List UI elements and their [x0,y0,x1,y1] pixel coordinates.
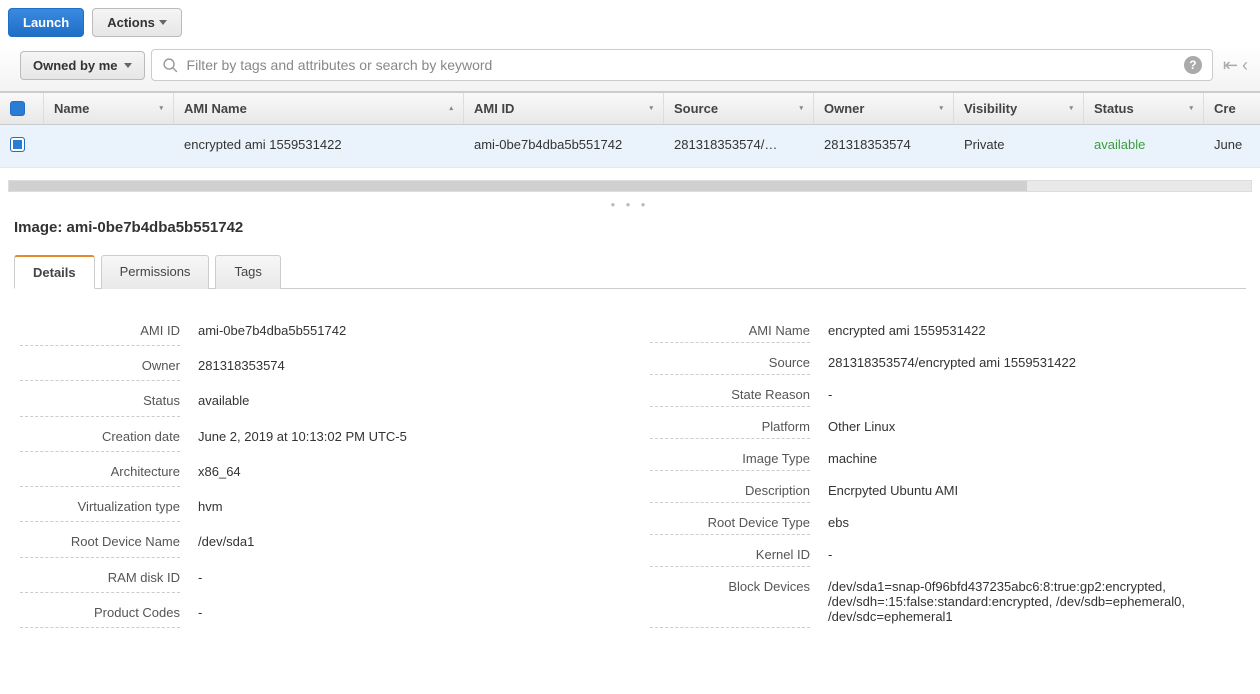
column-visibility[interactable]: Visibility▾ [954,93,1084,124]
resize-handle-icon[interactable]: ● ● ● [0,198,1260,211]
value-product-codes: - [198,601,610,628]
scrollbar-thumb[interactable] [9,181,1027,191]
column-creation[interactable]: Cre [1204,93,1260,124]
cell-name [44,125,174,167]
value-ami-id: ami-0be7b4dba5b551742 [198,319,610,346]
launch-button[interactable]: Launch [8,8,84,37]
toolbar: Launch Actions [0,0,1260,45]
label-virtualization-type: Virtualization type [20,495,180,522]
sort-icon: ▾ [1189,106,1193,112]
label-root-device-type: Root Device Type [650,511,810,535]
help-icon[interactable]: ? [1184,56,1202,74]
label-state-reason: State Reason [650,383,810,407]
value-image-type: machine [828,447,1240,471]
table-header: Name▾ AMI Name▴ AMI ID▾ Source▾ Owner▾ V… [0,92,1260,125]
label-architecture: Architecture [20,460,180,487]
label-owner: Owner [20,354,180,381]
label-platform: Platform [650,415,810,439]
sort-asc-icon: ▴ [449,106,453,112]
horizontal-scrollbar[interactable] [8,180,1252,192]
cell-ami-id: ami-0be7b4dba5b551742 [464,125,664,167]
column-ami-name[interactable]: AMI Name▴ [174,93,464,124]
row-checkbox[interactable] [10,137,25,152]
details-right-column: AMI Name encrypted ami 1559531422 Source 2… [650,319,1240,628]
sort-icon: ▾ [649,106,653,112]
label-root-device-name: Root Device Name [20,530,180,557]
table-row[interactable]: encrypted ami 1559531422 ami-0be7b4dba5b… [0,125,1260,168]
row-checkbox-cell [0,125,44,167]
column-ami-id[interactable]: AMI ID▾ [464,93,664,124]
value-description: Encrpyted Ubuntu AMI [828,479,1240,503]
label-creation-date: Creation date [20,425,180,452]
tab-tags[interactable]: Tags [215,255,280,289]
filter-bar: Owned by me ? ⇤ ‹ [0,45,1260,92]
sort-icon: ▾ [159,106,163,112]
value-creation-date: June 2, 2019 at 10:13:02 PM UTC-5 [198,425,610,452]
actions-label: Actions [107,15,155,30]
value-ami-name: encrypted ami 1559531422 [828,319,1240,343]
value-root-device-type: ebs [828,511,1240,535]
owned-by-label: Owned by me [33,58,118,73]
tab-permissions[interactable]: Permissions [101,255,210,289]
label-image-type: Image Type [650,447,810,471]
sort-icon: ▾ [1069,106,1073,112]
value-block-devices: /dev/sda1=snap-0f96bfd437235abc6:8:true:… [828,575,1240,628]
page-prev-icon[interactable]: ‹ [1242,55,1248,76]
column-source[interactable]: Source▾ [664,93,814,124]
value-status: available [198,389,610,416]
value-state-reason: - [828,383,1240,407]
chevron-down-icon [159,20,167,25]
label-ami-id: AMI ID [20,319,180,346]
tab-details[interactable]: Details [14,255,95,289]
cell-ami-name: encrypted ami 1559531422 [174,125,464,167]
pager: ⇤ ‹ [1219,55,1252,76]
value-platform: Other Linux [828,415,1240,439]
sort-icon: ▾ [939,106,943,112]
details-body: AMI ID ami-0be7b4dba5b551742 Owner 2813183… [0,289,1260,658]
value-owner: 281318353574 [198,354,610,381]
cell-creation: June [1204,125,1260,167]
label-product-codes: Product Codes [20,601,180,628]
search-container: ? [151,49,1213,81]
column-status[interactable]: Status▾ [1084,93,1204,124]
search-icon [162,57,179,74]
label-description: Description [650,479,810,503]
search-input[interactable] [187,57,1176,73]
value-source: 281318353574/encrypted ami 1559531422 [828,351,1240,375]
value-ram-disk-id: - [198,566,610,593]
value-root-device-name: /dev/sda1 [198,530,610,557]
chevron-down-icon [124,63,132,68]
cell-visibility: Private [954,125,1084,167]
label-ram-disk-id: RAM disk ID [20,566,180,593]
actions-button[interactable]: Actions [92,8,182,37]
value-virtualization-type: hvm [198,495,610,522]
sort-icon: ▾ [799,106,803,112]
column-name[interactable]: Name▾ [44,93,174,124]
cell-owner: 281318353574 [814,125,954,167]
details-title: Image: ami-0be7b4dba5b551742 [0,211,1260,244]
page-first-icon[interactable]: ⇤ [1223,55,1238,76]
value-kernel-id: - [828,543,1240,567]
label-block-devices: Block Devices [650,575,810,628]
label-kernel-id: Kernel ID [650,543,810,567]
owned-by-dropdown[interactable]: Owned by me [20,51,145,80]
column-checkbox[interactable] [0,93,44,124]
label-source: Source [650,351,810,375]
cell-source: 281318353574/… [664,125,814,167]
details-left-column: AMI ID ami-0be7b4dba5b551742 Owner 2813183… [20,319,610,628]
label-status: Status [20,389,180,416]
tabs: Details Permissions Tags [14,254,1246,289]
value-architecture: x86_64 [198,460,610,487]
select-all-checkbox[interactable] [10,101,25,116]
cell-status: available [1084,125,1204,167]
column-owner[interactable]: Owner▾ [814,93,954,124]
label-ami-name: AMI Name [650,319,810,343]
